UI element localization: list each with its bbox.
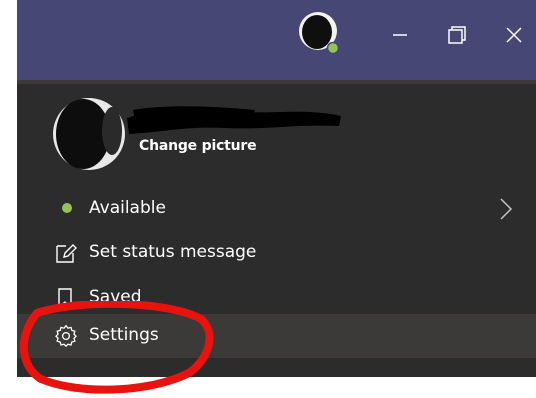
profile-menu: Change picture Available Set status mess… — [17, 80, 536, 377]
saved-label: Saved — [89, 287, 142, 307]
available-label: Available — [89, 198, 166, 218]
user-avatar-icon[interactable] — [298, 12, 340, 54]
menu-divider — [17, 80, 536, 84]
profile-avatar[interactable] — [52, 97, 126, 171]
available-status-icon — [62, 203, 72, 213]
left-margin — [0, 0, 17, 398]
set-status-message-item[interactable]: Set status message — [17, 231, 536, 275]
settings-item[interactable]: Settings — [17, 314, 536, 358]
bookmark-icon — [58, 288, 72, 309]
close-icon[interactable] — [499, 20, 529, 50]
availability-status-item[interactable]: Available — [17, 187, 536, 231]
minimize-icon[interactable] — [385, 20, 415, 50]
settings-label: Settings — [89, 325, 159, 345]
title-bar — [17, 0, 536, 80]
set-status-message-label: Set status message — [89, 242, 257, 262]
gear-icon — [55, 325, 77, 347]
menu-footer — [17, 359, 536, 377]
change-picture-link[interactable]: Change picture — [139, 138, 257, 154]
edit-status-icon — [56, 244, 77, 263]
chevron-right-icon — [500, 198, 513, 220]
redacted-name — [127, 106, 341, 134]
restore-icon[interactable] — [442, 20, 472, 50]
